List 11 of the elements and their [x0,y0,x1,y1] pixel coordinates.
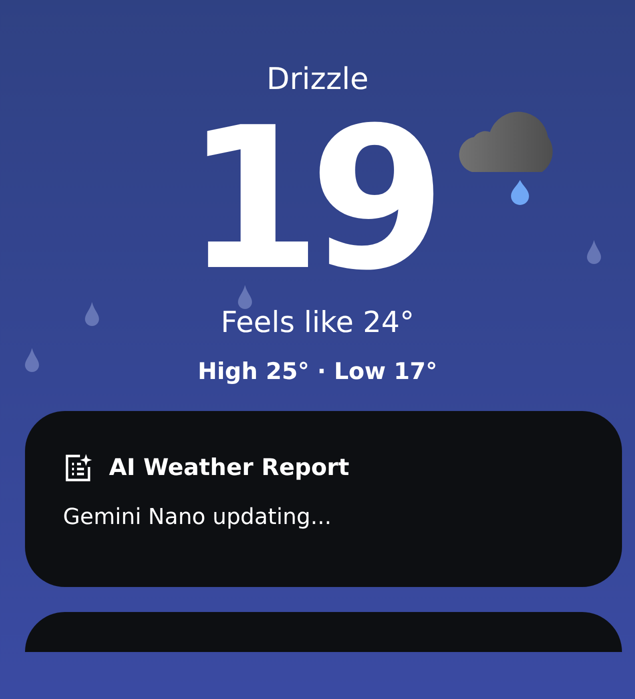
raindrop-icon [238,285,252,309]
status-text: Gemini Nano updating... [63,505,332,530]
raindrop-icon [25,348,39,372]
card-title: AI Weather Report [109,455,350,481]
weather-condition: Drizzle [266,62,369,97]
feels-like-temperature: Feels like 24° [220,305,414,339]
report-sparkle-icon [63,453,93,483]
raindrop-icon [587,240,601,264]
temperature: 19 [185,105,434,295]
high-low-temperature: High 25° · Low 17° [198,359,438,385]
raindrop-icon [85,302,99,326]
